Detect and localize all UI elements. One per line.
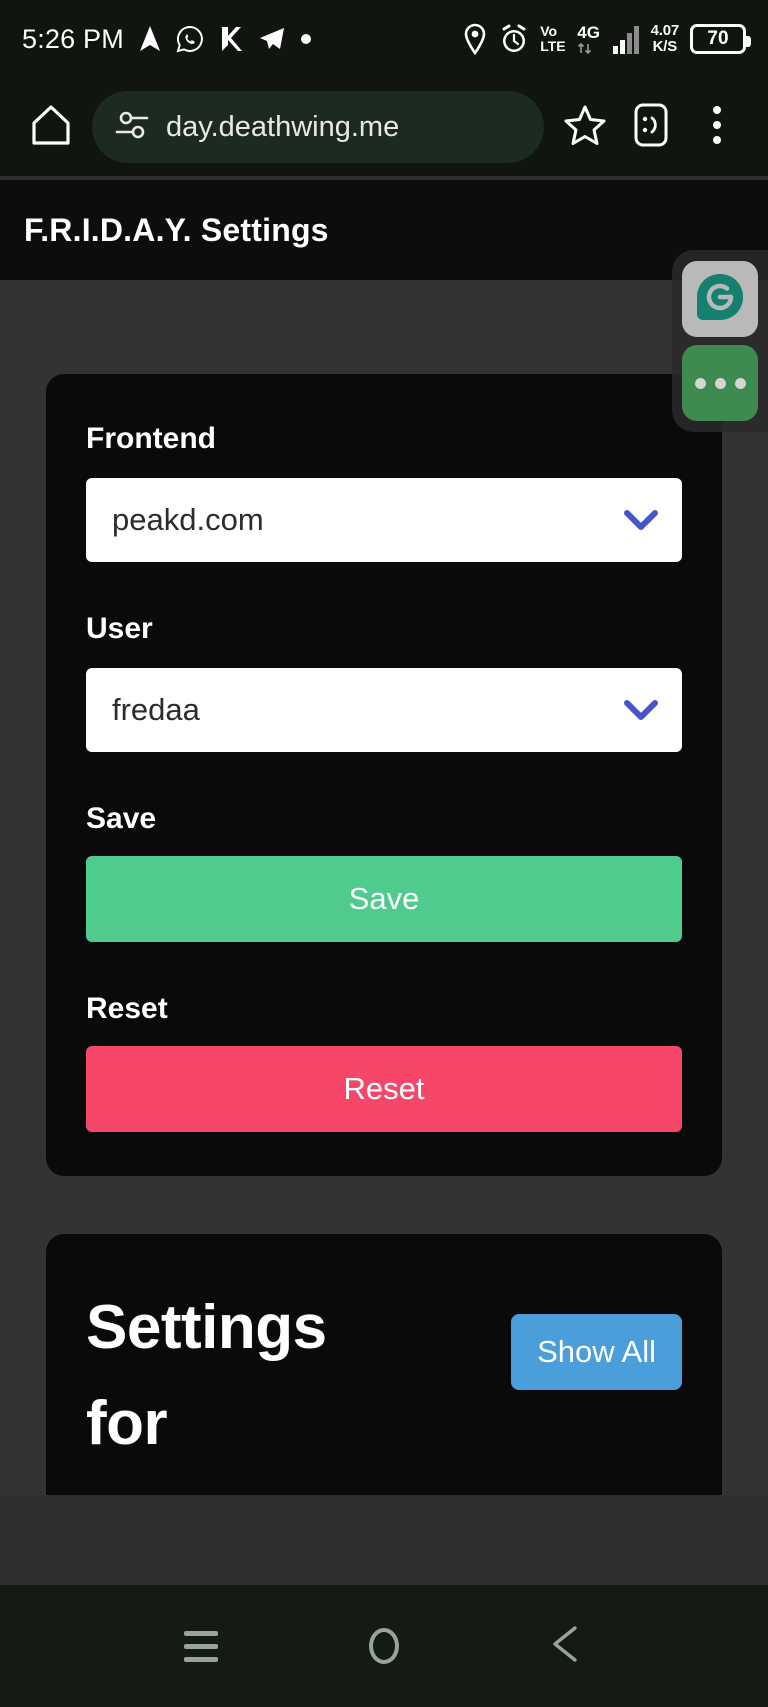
- frontend-select-value: peakd.com: [112, 502, 264, 537]
- chevron-down-icon: [624, 509, 658, 531]
- home-icon: [30, 103, 72, 152]
- back-button[interactable]: [532, 1611, 602, 1681]
- location-pin-icon: [462, 23, 488, 55]
- chevron-down-icon: [624, 699, 658, 721]
- navigation-arrow-icon: [138, 25, 162, 53]
- frontend-select[interactable]: peakd.com: [86, 478, 682, 562]
- status-bar-left: 5:26 PM: [22, 24, 312, 55]
- recent-apps-button[interactable]: [166, 1611, 236, 1681]
- battery-percent: 70: [707, 28, 729, 49]
- home-button[interactable]: [20, 96, 82, 158]
- more-dots-icon: [694, 377, 746, 389]
- whatsapp-icon: [176, 25, 204, 53]
- three-dot-menu-icon: [710, 103, 724, 152]
- user-select[interactable]: fredaa: [86, 668, 682, 752]
- signal-bars-icon: [612, 24, 640, 54]
- network-speed-unit: K/S: [652, 38, 678, 55]
- android-navigation-bar: [0, 1585, 768, 1707]
- network-speed-indicator: 4.07 K/S: [650, 22, 680, 55]
- show-all-button[interactable]: Show All: [511, 1314, 682, 1390]
- home-circle-icon: [368, 1628, 399, 1664]
- url-bar[interactable]: day.deathwing.me: [92, 91, 544, 163]
- status-bar-right: Vo LTE 4G 4.07 K/S 70: [462, 22, 751, 55]
- tune-settings-icon[interactable]: [114, 110, 150, 145]
- star-icon: [563, 103, 607, 152]
- dot-icon: [300, 33, 312, 45]
- phone-screen: 5:26 PM Vo LTE 4G 4.07 K/S 70 day.deathw…: [0, 0, 768, 1707]
- status-clock: 5:26 PM: [22, 23, 124, 54]
- battery-indicator: 70: [690, 24, 751, 54]
- recent-apps-icon: [184, 1630, 219, 1662]
- alarm-clock-icon: [499, 23, 529, 55]
- network-type-label: 4G: [577, 22, 601, 55]
- k9-mail-icon: [218, 25, 244, 53]
- user-label: User: [86, 612, 153, 645]
- settings-form-card: Frontend peakd.com User fredaa Save Save…: [46, 374, 722, 1176]
- home-button-nav[interactable]: [349, 1611, 419, 1681]
- tab-switcher-button[interactable]: [620, 96, 682, 158]
- back-triangle-icon: [550, 1625, 584, 1668]
- browser-toolbar: day.deathwing.me: [0, 78, 768, 178]
- bookmark-button[interactable]: [554, 96, 616, 158]
- volte-line-2: LTE: [540, 38, 566, 54]
- browser-menu-button[interactable]: [686, 96, 748, 158]
- incognito-tab-icon: [629, 101, 673, 154]
- volte-indicator: Vo LTE: [540, 24, 565, 54]
- save-button[interactable]: Save: [86, 856, 682, 942]
- frontend-label: Frontend: [86, 422, 216, 455]
- page-title: F.R.I.D.A.Y. Settings: [24, 211, 329, 248]
- save-label: Save: [86, 802, 157, 835]
- volte-line-1: Vo: [540, 23, 558, 39]
- page-content: Frontend peakd.com User fredaa Save Save…: [0, 280, 768, 1495]
- status-bar: 5:26 PM Vo LTE 4G 4.07 K/S 70: [0, 0, 768, 78]
- network-type-text: 4G: [577, 22, 600, 42]
- grammarly-more-button[interactable]: [682, 345, 758, 421]
- reset-label: Reset: [86, 992, 168, 1025]
- user-settings-card: Settings for @fredaa Show All: [46, 1234, 722, 1495]
- telegram-icon: [258, 26, 286, 52]
- user-select-value: fredaa: [112, 692, 200, 727]
- grammarly-app-button[interactable]: [682, 261, 758, 337]
- url-text: day.deathwing.me: [166, 110, 400, 143]
- page-header: F.R.I.D.A.Y. Settings: [0, 180, 768, 280]
- grammarly-g-icon: [694, 271, 746, 328]
- data-transfer-arrows-icon: [577, 42, 591, 54]
- user-settings-heading: Settings for @fredaa: [86, 1293, 330, 1495]
- reset-button[interactable]: Reset: [86, 1046, 682, 1132]
- floating-grammarly-widget[interactable]: [672, 250, 768, 432]
- network-speed-value: 4.07: [650, 22, 680, 39]
